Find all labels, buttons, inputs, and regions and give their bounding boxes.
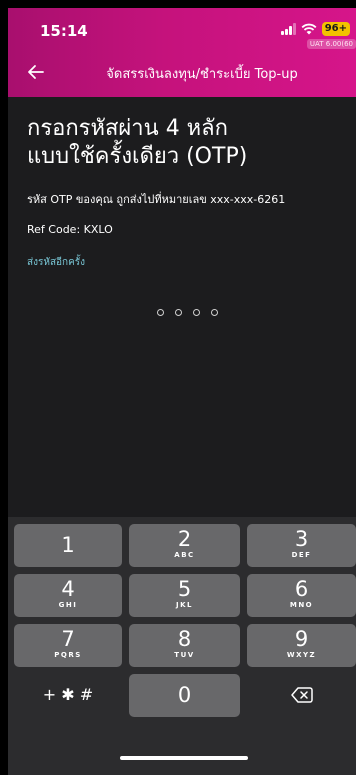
numeric-keypad: 1 2 ABC 3 DEF 4 GHI 5 JKL 6 MNO 7 PQRS 8… bbox=[8, 517, 356, 775]
key-3-number: 3 bbox=[294, 527, 309, 551]
key-4-number: 4 bbox=[61, 577, 75, 601]
key-6-number: 6 bbox=[294, 577, 309, 601]
key-8-number: 8 bbox=[177, 627, 192, 651]
key-0-number: 0 bbox=[177, 683, 192, 707]
otp-digit-dot bbox=[211, 309, 218, 316]
otp-content: กรอกรหัสผ่าน 4 หลัก แบบใช้ครั้งเดียว (OT… bbox=[8, 97, 356, 517]
battery-badge: 96+ bbox=[321, 22, 350, 36]
key-7-letters: PQRS bbox=[54, 651, 82, 659]
key-6[interactable]: 6 MNO bbox=[247, 574, 356, 617]
key-9[interactable]: 9 WXYZ bbox=[247, 624, 356, 667]
key-0[interactable]: 0 bbox=[129, 674, 240, 717]
key-9-number: 9 bbox=[294, 627, 309, 651]
page-title-line2: แบบใช้ครั้งเดียว (OTP) bbox=[27, 144, 248, 169]
wifi-icon bbox=[301, 23, 317, 35]
key-2-letters: ABC bbox=[174, 551, 195, 559]
status-time: 15:14 bbox=[40, 22, 88, 40]
status-icons: 96+ bbox=[280, 22, 350, 36]
backspace-icon bbox=[247, 674, 356, 708]
key-8[interactable]: 8 TUV bbox=[129, 624, 240, 667]
key-4-letters: GHI bbox=[58, 601, 78, 609]
key-7[interactable]: 7 PQRS bbox=[14, 624, 122, 667]
key-1[interactable]: 1 bbox=[14, 524, 122, 567]
key-6-letters: MNO bbox=[289, 601, 314, 609]
app-header: 15:14 96+ UAT 6.00(60 จัดสรรเงินลงทุน/ชำ… bbox=[8, 8, 356, 97]
resend-otp-link[interactable]: ส่งรหัสอีกครั้ง bbox=[27, 255, 85, 270]
otp-description: รหัส OTP ของคุณ ถูกส่งไปที่หมายเลข xxx-x… bbox=[27, 193, 286, 206]
signal-icon bbox=[280, 23, 296, 35]
key-3[interactable]: 3 DEF bbox=[247, 524, 356, 567]
key-3-letters: DEF bbox=[291, 551, 312, 559]
header-title: จัดสรรเงินลงทุน/ชำระเบี้ย Top-up bbox=[106, 67, 298, 82]
otp-input[interactable] bbox=[157, 309, 218, 316]
ref-code: Ref Code: KXLO bbox=[27, 223, 113, 236]
key-9-letters: WXYZ bbox=[286, 651, 317, 659]
key-5[interactable]: 5 JKL bbox=[129, 574, 240, 617]
page-title: กรอกรหัสผ่าน 4 หลัก แบบใช้ครั้งเดียว (OT… bbox=[27, 115, 347, 171]
otp-screen: 15:14 96+ UAT 6.00(60 จัดสรรเงินลงทุน/ชำ… bbox=[8, 8, 356, 775]
otp-digit-dot bbox=[193, 309, 200, 316]
delete-key[interactable] bbox=[247, 674, 356, 717]
key-4[interactable]: 4 GHI bbox=[14, 574, 122, 617]
otp-digit-dot bbox=[157, 309, 164, 316]
otp-digit-dot bbox=[175, 309, 182, 316]
key-5-letters: JKL bbox=[176, 601, 193, 609]
key-8-letters: TUV bbox=[174, 651, 195, 659]
key-symbols-label: + ✱ # bbox=[42, 685, 94, 704]
env-tag: UAT 6.00(60 bbox=[306, 39, 356, 49]
key-2-number: 2 bbox=[177, 527, 192, 551]
key-2[interactable]: 2 ABC bbox=[129, 524, 240, 567]
page-title-line1: กรอกรหัสผ่าน 4 หลัก bbox=[27, 116, 228, 141]
key-1-number: 1 bbox=[61, 533, 75, 557]
arrow-left-icon[interactable] bbox=[26, 62, 46, 82]
key-symbols[interactable]: + ✱ # bbox=[14, 674, 122, 717]
home-indicator[interactable] bbox=[120, 756, 248, 760]
key-7-number: 7 bbox=[61, 627, 75, 651]
key-5-number: 5 bbox=[177, 577, 192, 601]
